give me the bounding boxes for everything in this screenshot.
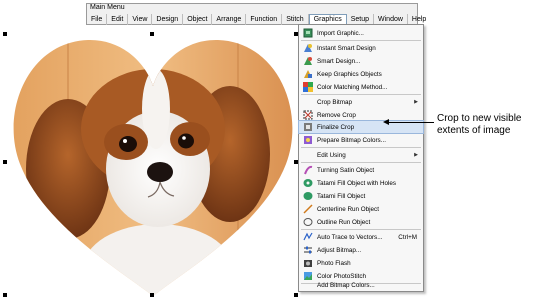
menu-item-crop-bitmap[interactable]: Crop Bitmap ▶ <box>299 96 423 108</box>
graphics-dropdown-menu: Import Graphic... Instant Smart Design S… <box>298 24 424 292</box>
selection-handle[interactable] <box>150 32 154 36</box>
selection-handle[interactable] <box>3 160 7 164</box>
menu-design[interactable]: Design <box>152 14 184 25</box>
adjust-bitmap-icon <box>302 245 313 256</box>
window-title: Main Menu <box>90 4 125 11</box>
menu-item-adjust-bitmap[interactable]: Adjust Bitmap... <box>299 244 423 256</box>
menu-item-centerline-run-object[interactable]: Centerline Run Object <box>299 203 423 215</box>
color-matching-icon <box>302 82 313 93</box>
tatami-fill-icon <box>302 191 313 202</box>
outline-run-icon <box>302 217 313 228</box>
menu-item-remove-crop[interactable]: Remove Crop <box>299 109 423 121</box>
menu-item-instant-smart-design[interactable]: Instant Smart Design <box>299 42 423 54</box>
menu-file[interactable]: File <box>87 14 108 25</box>
menu-item-outline-run-object[interactable]: Outline Run Object <box>299 216 423 228</box>
menu-item-smart-design[interactable]: Smart Design... <box>299 55 423 67</box>
remove-crop-icon <box>302 110 313 121</box>
callout-text: Crop to new visible extents of image <box>437 113 521 137</box>
submenu-arrow-icon: ▶ <box>414 99 418 105</box>
menu-object[interactable]: Object <box>183 14 213 25</box>
callout-line-2: extents of image <box>437 125 511 136</box>
import-graphic-icon <box>302 28 313 39</box>
menu-item-prepare-bitmap-colors[interactable]: Prepare Bitmap Colors... <box>299 134 423 146</box>
main-menu-window: Main Menu File Edit View Design Object A… <box>86 3 426 26</box>
menu-separator <box>301 40 421 41</box>
keep-graphics-icon <box>302 69 313 80</box>
menu-item-color-matching-method[interactable]: Color Matching Method... <box>299 81 423 93</box>
menu-edit[interactable]: Edit <box>107 14 129 25</box>
menu-separator <box>301 229 421 230</box>
smart-design-icon <box>302 56 313 67</box>
centerline-run-icon <box>302 204 313 215</box>
heart-cropped-photo[interactable] <box>8 34 298 296</box>
callout-leader-line <box>386 122 434 123</box>
auto-trace-icon <box>302 232 313 243</box>
menu-item-turning-satin-object[interactable]: Turning Satin Object <box>299 164 423 176</box>
menu-item-tatami-fill-object[interactable]: Tatami Fill Object <box>299 190 423 202</box>
turning-satin-icon <box>302 165 313 176</box>
menu-arrange[interactable]: Arrange <box>212 14 247 25</box>
menu-item-photo-flash[interactable]: Photo Flash <box>299 257 423 269</box>
instant-smart-design-icon <box>302 43 313 54</box>
selection-handle[interactable] <box>3 293 7 297</box>
menu-item-tatami-fill-holes[interactable]: Tatami Fill Object with Holes <box>299 177 423 189</box>
menu-separator <box>301 162 421 163</box>
selection-handle[interactable] <box>3 32 7 36</box>
menu-item-auto-trace-to-vectors[interactable]: Auto Trace to Vectors... Ctrl+M <box>299 231 423 243</box>
menu-separator <box>301 147 421 148</box>
menu-item-keep-graphics-objects[interactable]: Keep Graphics Objects <box>299 68 423 80</box>
selection-handle[interactable] <box>150 293 154 297</box>
shortcut-label: Ctrl+M <box>398 233 417 241</box>
menu-function[interactable]: Function <box>246 14 283 25</box>
tatami-holes-icon <box>302 178 313 189</box>
menu-separator <box>301 94 421 95</box>
menu-item-import-graphic[interactable]: Import Graphic... <box>299 27 423 39</box>
callout-line-1: Crop to new visible <box>437 113 522 124</box>
menu-view[interactable]: View <box>128 14 153 25</box>
prepare-bitmap-icon <box>302 135 313 146</box>
submenu-arrow-icon: ▶ <box>414 152 418 158</box>
dog-photo-image <box>13 39 293 296</box>
selection-handle[interactable] <box>294 293 298 297</box>
finalize-crop-icon <box>302 122 313 133</box>
menu-item-edit-using[interactable]: Edit Using ▶ <box>299 149 423 161</box>
menu-item-add-bitmap-colors[interactable]: Add Bitmap Colors... <box>299 279 423 291</box>
photo-flash-icon <box>302 258 313 269</box>
